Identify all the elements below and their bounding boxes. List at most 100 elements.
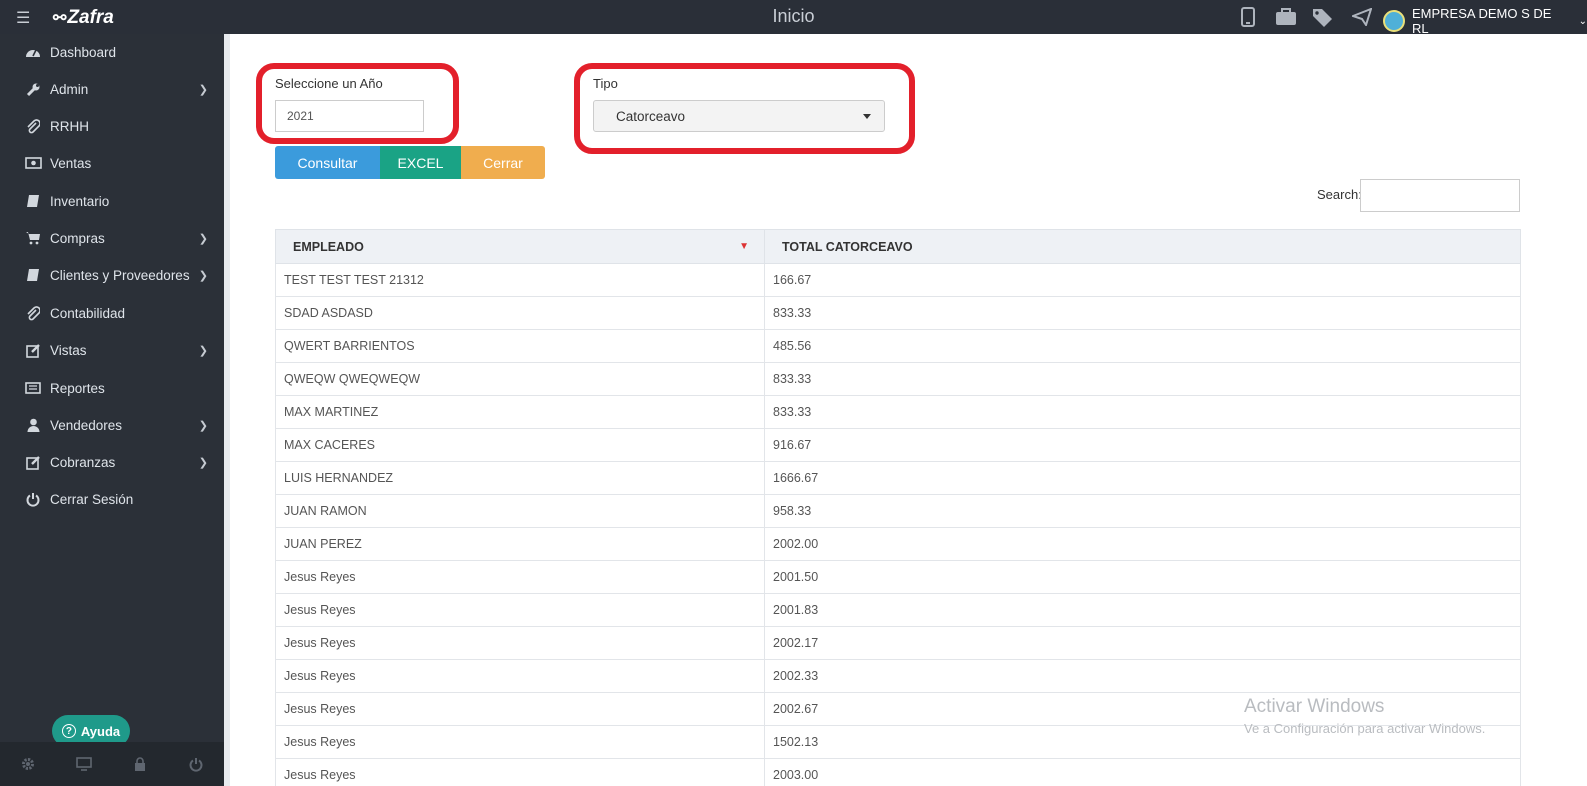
paperclip-icon	[24, 305, 42, 321]
table-row[interactable]: TEST TEST TEST 21312 166.67	[275, 263, 1521, 297]
send-icon[interactable]	[1350, 5, 1374, 29]
table-row[interactable]: JUAN PEREZ 2002.00	[275, 527, 1521, 561]
question-icon: ?	[61, 724, 76, 738]
table-row[interactable]: MAX CACERES 916.67	[275, 428, 1521, 462]
table-row[interactable]: Jesus Reyes 2001.50	[275, 560, 1521, 594]
edit-icon	[24, 343, 42, 358]
power-icon	[24, 492, 42, 507]
sidebar-item-clientes-proveedores[interactable]: Clientes y Proveedores ❯	[0, 260, 224, 290]
sidebar-item-compras[interactable]: Compras ❯	[0, 223, 224, 253]
cell-total: 2002.33	[764, 659, 1521, 693]
sidebar: Dashboard Admin ❯ RRHH Ventas Inventario…	[0, 34, 224, 786]
column-header-label: EMPLEADO	[293, 239, 364, 254]
help-label: Ayuda	[80, 723, 121, 739]
sidebar-item-contabilidad[interactable]: Contabilidad	[0, 298, 224, 328]
table-row[interactable]: QWEQW QWEQWEQW 833.33	[275, 362, 1521, 396]
lock-icon[interactable]	[112, 756, 168, 772]
search-input[interactable]	[1360, 179, 1520, 212]
sidebar-item-label: Vistas	[50, 342, 87, 358]
table-row[interactable]: LUIS HERNANDEZ 1666.67	[275, 461, 1521, 495]
type-highlight	[574, 63, 915, 154]
wrench-icon	[24, 82, 42, 97]
sidebar-item-vendedores[interactable]: Vendedores ❯	[0, 410, 224, 440]
table-row[interactable]: MAX MARTINEZ 833.33	[275, 395, 1521, 429]
cell-empleado: MAX CACERES	[275, 428, 765, 462]
cell-total: 2001.50	[764, 560, 1521, 594]
power-icon[interactable]	[168, 757, 224, 772]
book-icon	[24, 268, 42, 282]
cell-empleado: Jesus Reyes	[275, 593, 765, 627]
company-name: EMPRESA DEMO S DE RL	[1412, 6, 1552, 36]
sidebar-item-label: Reportes	[50, 380, 105, 396]
cell-total: 833.33	[764, 395, 1521, 429]
sidebar-item-rrhh[interactable]: RRHH	[0, 111, 224, 141]
sidebar-item-vistas[interactable]: Vistas ❯	[0, 335, 224, 365]
sort-desc-icon: ▼	[739, 241, 749, 252]
sidebar-item-dashboard[interactable]: Dashboard	[0, 37, 224, 67]
sidebar-item-label: Ventas	[50, 155, 92, 171]
user-icon	[24, 418, 42, 432]
cell-total: 166.67	[764, 263, 1521, 297]
sidebar-item-inventario[interactable]: Inventario	[0, 186, 224, 216]
avatar	[1383, 10, 1405, 32]
cell-total: 833.33	[764, 296, 1521, 330]
sidebar-item-ventas[interactable]: Ventas	[0, 148, 224, 178]
cerrar-button[interactable]: Cerrar	[461, 146, 545, 179]
briefcase-icon[interactable]	[1274, 5, 1298, 29]
cell-total: 1666.67	[764, 461, 1521, 495]
table-row[interactable]: Jesus Reyes 2003.00	[275, 758, 1521, 786]
cell-empleado: QWERT BARRIENTOS	[275, 329, 765, 363]
gear-icon[interactable]	[0, 757, 56, 771]
cell-empleado: SDAD ASDASD	[275, 296, 765, 330]
chevron-right-icon: ❯	[198, 83, 208, 96]
chevron-right-icon: ❯	[198, 456, 208, 469]
book-icon	[24, 194, 42, 208]
search-label: Search:	[1317, 187, 1362, 202]
top-icons	[1236, 5, 1374, 29]
cell-empleado: MAX MARTINEZ	[275, 395, 765, 429]
consultar-button[interactable]: Consultar	[275, 146, 380, 179]
sidebar-item-label: Inventario	[50, 193, 110, 209]
table-row[interactable]: Jesus Reyes 2001.83	[275, 593, 1521, 627]
sidebar-item-cerrar-sesion[interactable]: Cerrar Sesión	[0, 484, 224, 514]
cell-total: 958.33	[764, 494, 1521, 528]
sidebar-item-cobranzas[interactable]: Cobranzas ❯	[0, 447, 224, 477]
cell-empleado: Jesus Reyes	[275, 725, 765, 759]
sidebar-item-admin[interactable]: Admin ❯	[0, 74, 224, 104]
cell-empleado: Jesus Reyes	[275, 626, 765, 660]
chevron-right-icon: ❯	[198, 344, 208, 357]
table-header-row: EMPLEADO ▼ TOTAL CATORCEAVO	[275, 229, 1521, 264]
table-row[interactable]: Jesus Reyes 2002.17	[275, 626, 1521, 660]
excel-button[interactable]: EXCEL	[380, 146, 461, 179]
chevron-right-icon: ❯	[198, 419, 208, 432]
company-menu[interactable]: EMPRESA DEMO S DE RL ⌄	[1383, 6, 1587, 36]
sidebar-item-label: Cerrar Sesión	[50, 491, 134, 507]
mobile-icon[interactable]	[1236, 5, 1260, 29]
sidebar-item-label: Dashboard	[50, 44, 117, 60]
paperclip-icon	[24, 118, 42, 134]
table-row[interactable]: JUAN RAMON 958.33	[275, 494, 1521, 528]
cart-icon	[24, 231, 42, 245]
sidebar-item-reportes[interactable]: Reportes	[0, 373, 224, 403]
tags-icon[interactable]	[1312, 5, 1336, 29]
cell-total: 485.56	[764, 329, 1521, 363]
monitor-icon[interactable]	[56, 757, 112, 771]
cell-empleado: Jesus Reyes	[275, 758, 765, 786]
windows-activation-watermark: Activar Windows Ve a Configuración para …	[1244, 696, 1485, 736]
cell-total: 916.67	[764, 428, 1521, 462]
table-row[interactable]: SDAD ASDASD 833.33	[275, 296, 1521, 330]
column-header-total[interactable]: TOTAL CATORCEAVO	[764, 229, 1521, 264]
chevron-down-icon: ⌄	[1578, 15, 1587, 27]
money-icon	[24, 157, 42, 169]
cell-empleado: Jesus Reyes	[275, 692, 765, 726]
sidebar-item-label: Contabilidad	[50, 305, 126, 321]
cell-total: 2003.00	[764, 758, 1521, 786]
watermark-line1: Activar Windows	[1244, 696, 1385, 717]
column-header-empleado[interactable]: EMPLEADO ▼	[275, 229, 765, 264]
chevron-right-icon: ❯	[198, 269, 208, 282]
cell-empleado: JUAN RAMON	[275, 494, 765, 528]
table-row[interactable]: QWERT BARRIENTOS 485.56	[275, 329, 1521, 363]
table-row[interactable]: Jesus Reyes 2002.33	[275, 659, 1521, 693]
cell-total: 833.33	[764, 362, 1521, 396]
sidebar-item-label: Compras	[50, 230, 105, 246]
